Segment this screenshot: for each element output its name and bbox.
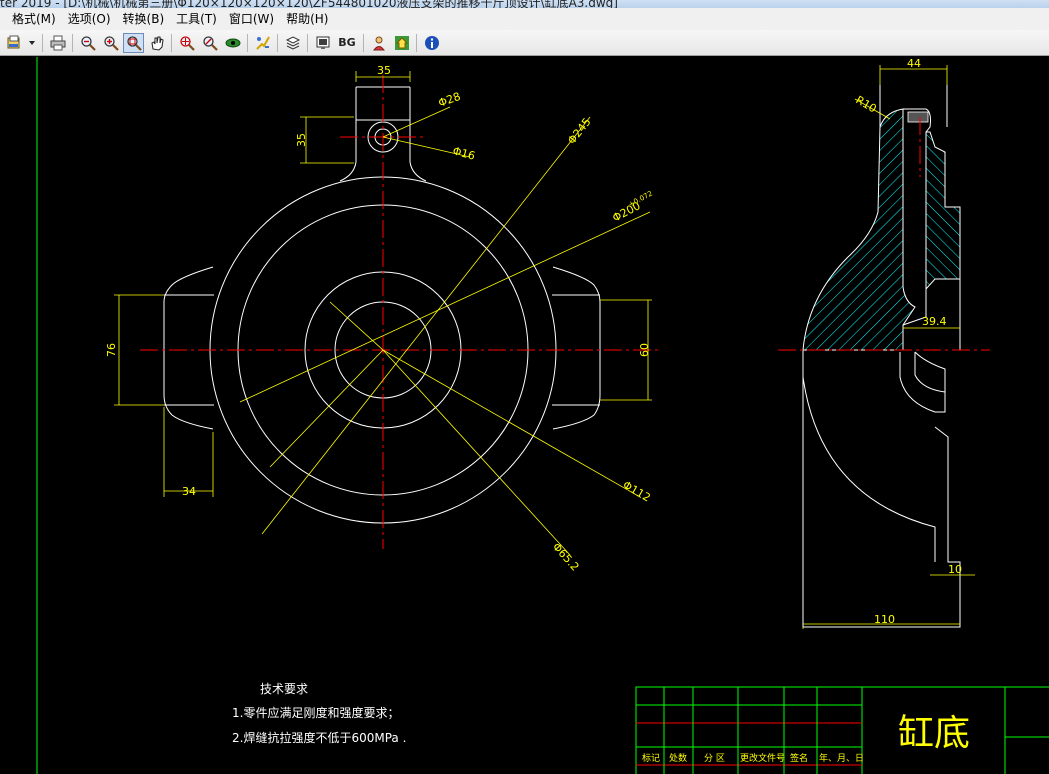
dim-side-top: 44 [907,57,921,70]
dim-hole-inner: Φ16 [451,144,476,162]
drawing-canvas[interactable]: 35 35 Φ28 Φ16 Φ245 Φ200 +0.072 Φ112 Φ65.… [0,57,1049,774]
toolbar: BG [0,30,1049,56]
open-icon[interactable] [3,33,24,53]
front-view [163,86,601,524]
toolbar-separator [247,33,248,52]
side-section-hatch-right [925,131,961,291]
zoom-out-icon[interactable] [77,33,98,53]
find-icon[interactable] [368,33,389,53]
dim-d200-tolerance: +0.072 [627,190,654,209]
zoom-window-icon[interactable] [123,32,144,53]
window-title: ter 2019 - [D:\机械\机械第三册\Φ120×120×120×120… [0,0,618,8]
dim-top-width: 35 [377,64,391,77]
print-icon[interactable] [47,33,68,53]
zoom-extents-icon[interactable] [176,33,197,53]
toolbar-separator [416,33,417,52]
side-view [802,85,961,628]
dim-side-radius: R10 [854,93,879,115]
dim-d112: Φ112 [621,478,653,504]
menu-options[interactable]: 选项(O) [62,9,117,29]
toolbar-separator [171,33,172,52]
tech-req-line-2: 2.焊缝抗拉强度不低于600MPa . [232,730,406,745]
dim-d245: Φ245 [565,115,594,146]
title-block-text: 缸底 标记 处数 分 区 更改文件号 签名 年、月、日 [642,713,970,764]
front-dim-text: 35 35 Φ28 Φ16 Φ245 Φ200 +0.072 Φ112 Φ65.… [105,64,654,574]
toolbar-separator [277,33,278,52]
dropdown-icon[interactable] [26,33,38,53]
technical-requirements: 技术要求 1.零件应满足刚度和强度要求； 2.焊缝抗拉强度不低于600MPa . [232,682,406,745]
screen-icon[interactable] [312,33,333,53]
zoom-in-icon[interactable] [100,33,121,53]
side-top-knurl [907,111,929,123]
zoom-realtime-icon[interactable] [199,33,220,53]
dim-side-110: 110 [874,613,895,626]
front-center-lines [140,75,660,549]
menu-help[interactable]: 帮助(H) [280,9,334,29]
tb-header-count: 处数 [669,752,687,764]
dim-bottom-width: 34 [182,485,196,498]
dim-side-10: 10 [948,563,962,576]
part-name: 缸底 [898,713,970,754]
bg-icon[interactable]: BG [335,33,359,53]
pan-icon[interactable] [146,33,167,53]
menu-format[interactable]: 格式(M) [6,9,62,29]
bg-label: BG [338,36,356,49]
tech-req-title: 技术要求 [260,682,308,696]
dim-right-height: 60 [638,343,651,357]
tb-header-signature: 签名 [790,752,808,764]
dim-d65: Φ65.2 [550,540,582,573]
tb-header-date: 年、月、日 [819,752,864,764]
toolbar-separator [307,33,308,52]
toolbar-separator [42,33,43,52]
toolbar-separator [72,33,73,52]
menu-bar: 格式(M) 选项(O) 转换(B) 工具(T) 窗口(W) 帮助(H) [0,8,1049,31]
menu-convert[interactable]: 转换(B) [117,9,171,29]
tb-header-zone: 分 区 [704,753,725,764]
dim-left-height: 76 [105,343,118,357]
toolbar-separator [363,33,364,52]
layers-list-icon[interactable] [282,33,303,53]
menu-tools[interactable]: 工具(T) [170,9,223,29]
home-icon[interactable] [391,33,412,53]
eye-icon[interactable] [222,33,243,53]
dim-side-394: 39.4 [922,315,947,328]
dim-top-height: 35 [295,133,308,147]
info-icon[interactable] [421,33,442,53]
tech-req-line-1: 1.零件应满足刚度和强度要求； [232,705,399,720]
tb-header-change-doc: 更改文件号 [740,752,785,764]
side-section-hatch-left [802,108,916,351]
menu-window[interactable]: 窗口(W) [223,9,280,29]
tb-header-mark: 标记 [642,752,660,764]
layer-icon[interactable] [252,33,273,53]
window-titlebar: ter 2019 - [D:\机械\机械第三册\Φ120×120×120×120… [0,0,1049,8]
